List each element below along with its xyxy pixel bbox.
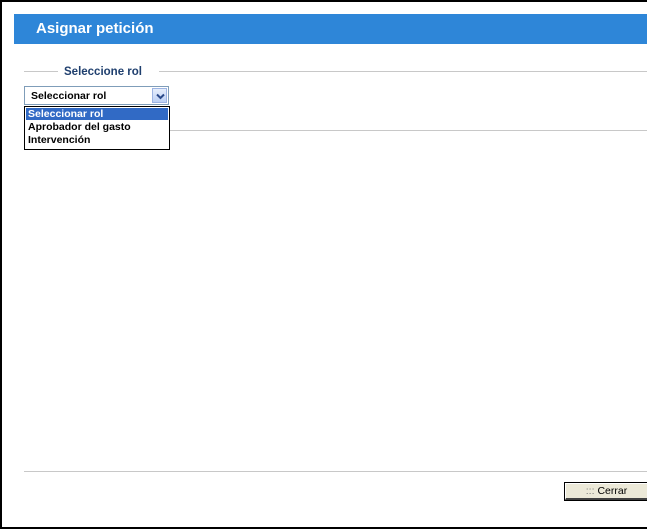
- dropdown-arrow-button[interactable]: [152, 88, 167, 103]
- window-title: Asignar petición: [36, 20, 154, 37]
- fieldset-border-right: [159, 71, 647, 72]
- assign-request-window: Asignar petición Seleccione rol Seleccio…: [0, 0, 647, 529]
- fieldset-legend: Seleccione rol: [64, 65, 142, 79]
- footer-separator: [24, 471, 647, 472]
- close-button-prefix: :::: [585, 485, 595, 497]
- close-button-label: Cerrar: [597, 485, 628, 497]
- role-dropdown-list: Seleccionar rol Aprobador del gasto Inte…: [24, 106, 170, 150]
- option-intervencion[interactable]: Intervención: [26, 134, 168, 146]
- option-aprobador-del-gasto[interactable]: Aprobador del gasto: [26, 121, 168, 133]
- close-button[interactable]: ::: Cerrar: [564, 482, 647, 501]
- fieldset-border-left: [24, 71, 58, 72]
- chevron-down-icon: [156, 93, 165, 100]
- role-select-value: Seleccionar rol: [31, 90, 107, 102]
- role-select[interactable]: Seleccionar rol: [24, 86, 169, 105]
- option-seleccionar-rol[interactable]: Seleccionar rol: [26, 108, 168, 120]
- title-bar: Asignar petición: [14, 14, 647, 44]
